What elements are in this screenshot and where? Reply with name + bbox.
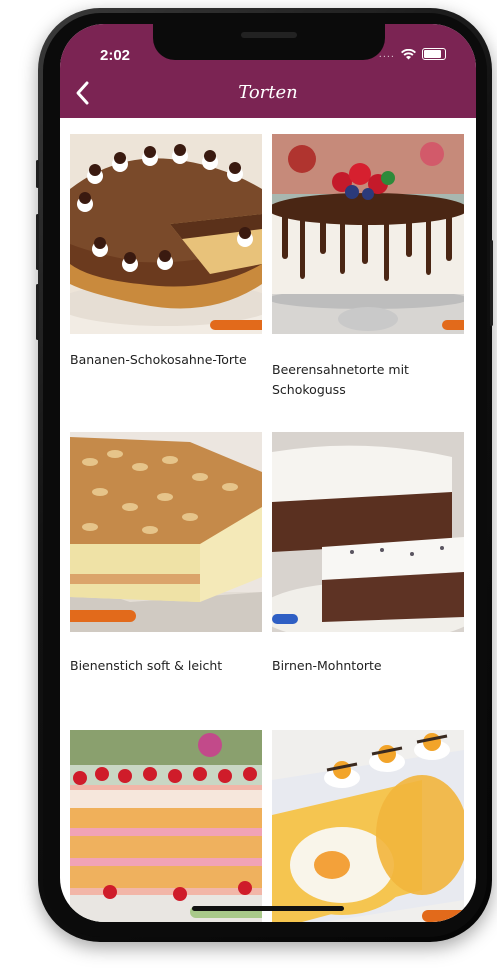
recipe-image <box>272 134 464 334</box>
recipe-card[interactable]: Birnen-Mohntorte <box>272 432 464 702</box>
recipe-image <box>272 432 464 632</box>
recipe-image <box>272 730 464 922</box>
status-icons: .... <box>379 48 446 60</box>
recipe-image <box>70 730 262 922</box>
recipe-card[interactable]: Beerensahnetorte mit Schokoguss <box>272 134 464 414</box>
home-indicator[interactable] <box>192 906 344 911</box>
recipe-card[interactable] <box>70 730 262 922</box>
wifi-icon <box>401 48 416 59</box>
app-header: 2:02 .... Torten <box>60 24 476 118</box>
phone-screen: 2:02 .... Torten Bananen-Schokosahne-Tor… <box>60 24 476 922</box>
recipe-card[interactable]: Bananen-Schokosahne-Torte <box>70 134 262 414</box>
recipe-image <box>70 432 262 632</box>
page-title: Torten <box>238 82 298 103</box>
recipe-title: Bienenstich soft & leicht <box>70 658 223 673</box>
notch <box>153 24 385 60</box>
recipe-title: Bananen-Schokosahne-Torte <box>70 352 247 367</box>
speaker <box>241 32 297 38</box>
power-button <box>490 240 493 326</box>
signal-icon: .... <box>378 48 395 60</box>
recipe-image <box>70 134 262 334</box>
status-time: 2:02 <box>100 47 131 64</box>
volume-up-button <box>36 214 39 270</box>
recipe-card[interactable]: Bienenstich soft & leicht <box>70 432 262 702</box>
battery-icon <box>422 48 446 60</box>
recipe-title: Beerensahnetorte mit Schokoguss <box>272 362 409 397</box>
mute-switch <box>36 160 39 188</box>
volume-down-button <box>36 284 39 340</box>
recipe-card[interactable] <box>272 730 464 922</box>
recipe-title: Birnen-Mohntorte <box>272 658 382 673</box>
